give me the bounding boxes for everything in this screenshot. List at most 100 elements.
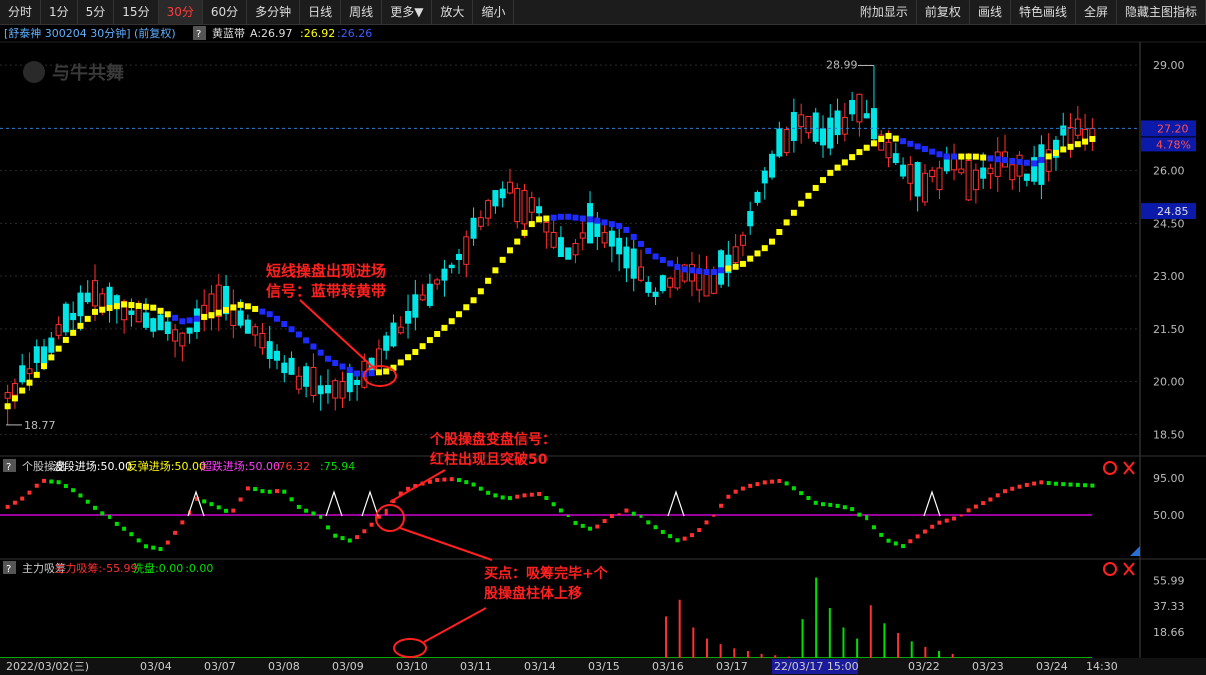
- band-block: [99, 306, 106, 313]
- band-block: [499, 256, 506, 263]
- toolbar-left-4[interactable]: 30分: [158, 0, 203, 24]
- toolbar-left-6[interactable]: 多分钟: [247, 0, 301, 24]
- entry-marker-3: [667, 490, 685, 517]
- band-block: [674, 263, 681, 270]
- candle-body: [900, 164, 907, 177]
- toolbar-left-0[interactable]: 分时: [0, 0, 42, 24]
- osc-dot: [143, 544, 148, 549]
- band-block: [907, 140, 914, 147]
- osc-dot: [275, 489, 279, 494]
- band-block: [608, 221, 615, 228]
- band-block: [470, 297, 477, 304]
- band-block: [638, 240, 644, 247]
- toolbar-right-2[interactable]: 画线: [970, 0, 1011, 24]
- osc-dot: [609, 514, 614, 519]
- candle-body: [62, 303, 69, 333]
- toolbar-right-3[interactable]: 特色画线: [1011, 0, 1076, 24]
- date-label-9: 03/16: [652, 660, 684, 673]
- band-block: [688, 267, 695, 274]
- candle-body: [972, 169, 979, 191]
- osc-settings-icon[interactable]: [1103, 461, 1117, 475]
- candle-body: [70, 312, 77, 321]
- osc-dot: [34, 483, 39, 488]
- osc-dot: [981, 501, 986, 506]
- candle-body: [645, 281, 652, 293]
- band-block: [230, 304, 237, 311]
- osc-bar: [566, 515, 570, 518]
- toolbar-left-9[interactable]: 更多▼: [382, 0, 433, 24]
- band-block: [419, 343, 426, 350]
- candle-body: [84, 292, 91, 303]
- toolbar-left-10[interactable]: 放大: [432, 0, 474, 24]
- toolbar-left-8[interactable]: 周线: [341, 0, 383, 24]
- pane-resize-icon[interactable]: [1130, 546, 1140, 556]
- osc-dot: [631, 511, 636, 516]
- candle-body: [274, 350, 280, 361]
- absorb-settings-icon[interactable]: [1103, 562, 1117, 576]
- candle-body: [907, 164, 914, 184]
- candle-body: [1016, 154, 1023, 177]
- date-label-15: 14:30: [1086, 660, 1118, 673]
- candle-body: [390, 322, 397, 347]
- candle-body: [776, 128, 783, 157]
- toolbar-right-1[interactable]: 前复权: [917, 0, 970, 24]
- osc-dot: [78, 493, 83, 498]
- toolbar-left-3[interactable]: 15分: [114, 0, 159, 24]
- band-block: [841, 159, 848, 166]
- candle-body: [783, 129, 790, 154]
- annotation-entry-signal-1: 短线操盘出现进场: [266, 262, 386, 280]
- band-block: [375, 369, 382, 376]
- band-block: [769, 238, 776, 245]
- band-block: [179, 318, 186, 325]
- toolbar-right-4[interactable]: 全屏: [1076, 0, 1117, 24]
- osc-dot: [340, 536, 345, 541]
- date-label-14: 03/24: [1036, 660, 1068, 673]
- band-block: [332, 360, 339, 367]
- osc-dot: [5, 504, 10, 509]
- candle-body: [805, 116, 812, 134]
- candle-body: [77, 292, 84, 317]
- osc-close-icon[interactable]: [1123, 461, 1135, 475]
- osc-dot: [558, 508, 563, 513]
- annotation-arrow-3a: [399, 527, 493, 561]
- osc-dot: [588, 526, 593, 531]
- osc-dot: [493, 493, 498, 498]
- date-label-10: 03/17: [716, 660, 748, 673]
- osc-dot: [857, 512, 862, 517]
- osc-dot: [93, 505, 97, 510]
- candle-body: [630, 248, 637, 279]
- band-block: [368, 370, 375, 377]
- toolbar-left-7[interactable]: 日线: [300, 0, 342, 24]
- osc-dot: [289, 497, 294, 502]
- band-block: [616, 222, 623, 229]
- band-block: [346, 366, 353, 373]
- osc-dot: [1053, 481, 1058, 486]
- toolbar-right-0[interactable]: 附加显示: [852, 0, 917, 24]
- toolbar-left-1[interactable]: 1分: [41, 0, 78, 24]
- band-block: [354, 370, 361, 377]
- band-block: [557, 213, 564, 220]
- toolbar-left-5[interactable]: 60分: [203, 0, 248, 24]
- band-block: [514, 238, 521, 245]
- osc-dot: [762, 480, 767, 485]
- toolbar-right-5[interactable]: 隐藏主图指标: [1117, 0, 1206, 24]
- candle-body: [324, 385, 331, 394]
- osc-dot: [850, 507, 855, 512]
- candle-body: [150, 318, 157, 332]
- date-label-13: 03/23: [972, 660, 1004, 673]
- band-block: [681, 266, 688, 273]
- osc-dot: [158, 547, 163, 552]
- osc-dot: [748, 483, 753, 488]
- toolbar-left-11[interactable]: 缩小: [473, 0, 515, 24]
- absorb-close-icon[interactable]: [1123, 562, 1135, 576]
- osc-dot: [63, 484, 68, 489]
- osc-dot: [56, 480, 61, 485]
- candle-body: [354, 379, 361, 386]
- band-block: [201, 313, 208, 320]
- osc-dot: [282, 489, 287, 494]
- osc-bar: [617, 513, 621, 516]
- osc-dot: [253, 487, 258, 492]
- toolbar-left-2[interactable]: 5分: [78, 0, 115, 24]
- band-block: [113, 303, 120, 310]
- band-block: [980, 154, 987, 161]
